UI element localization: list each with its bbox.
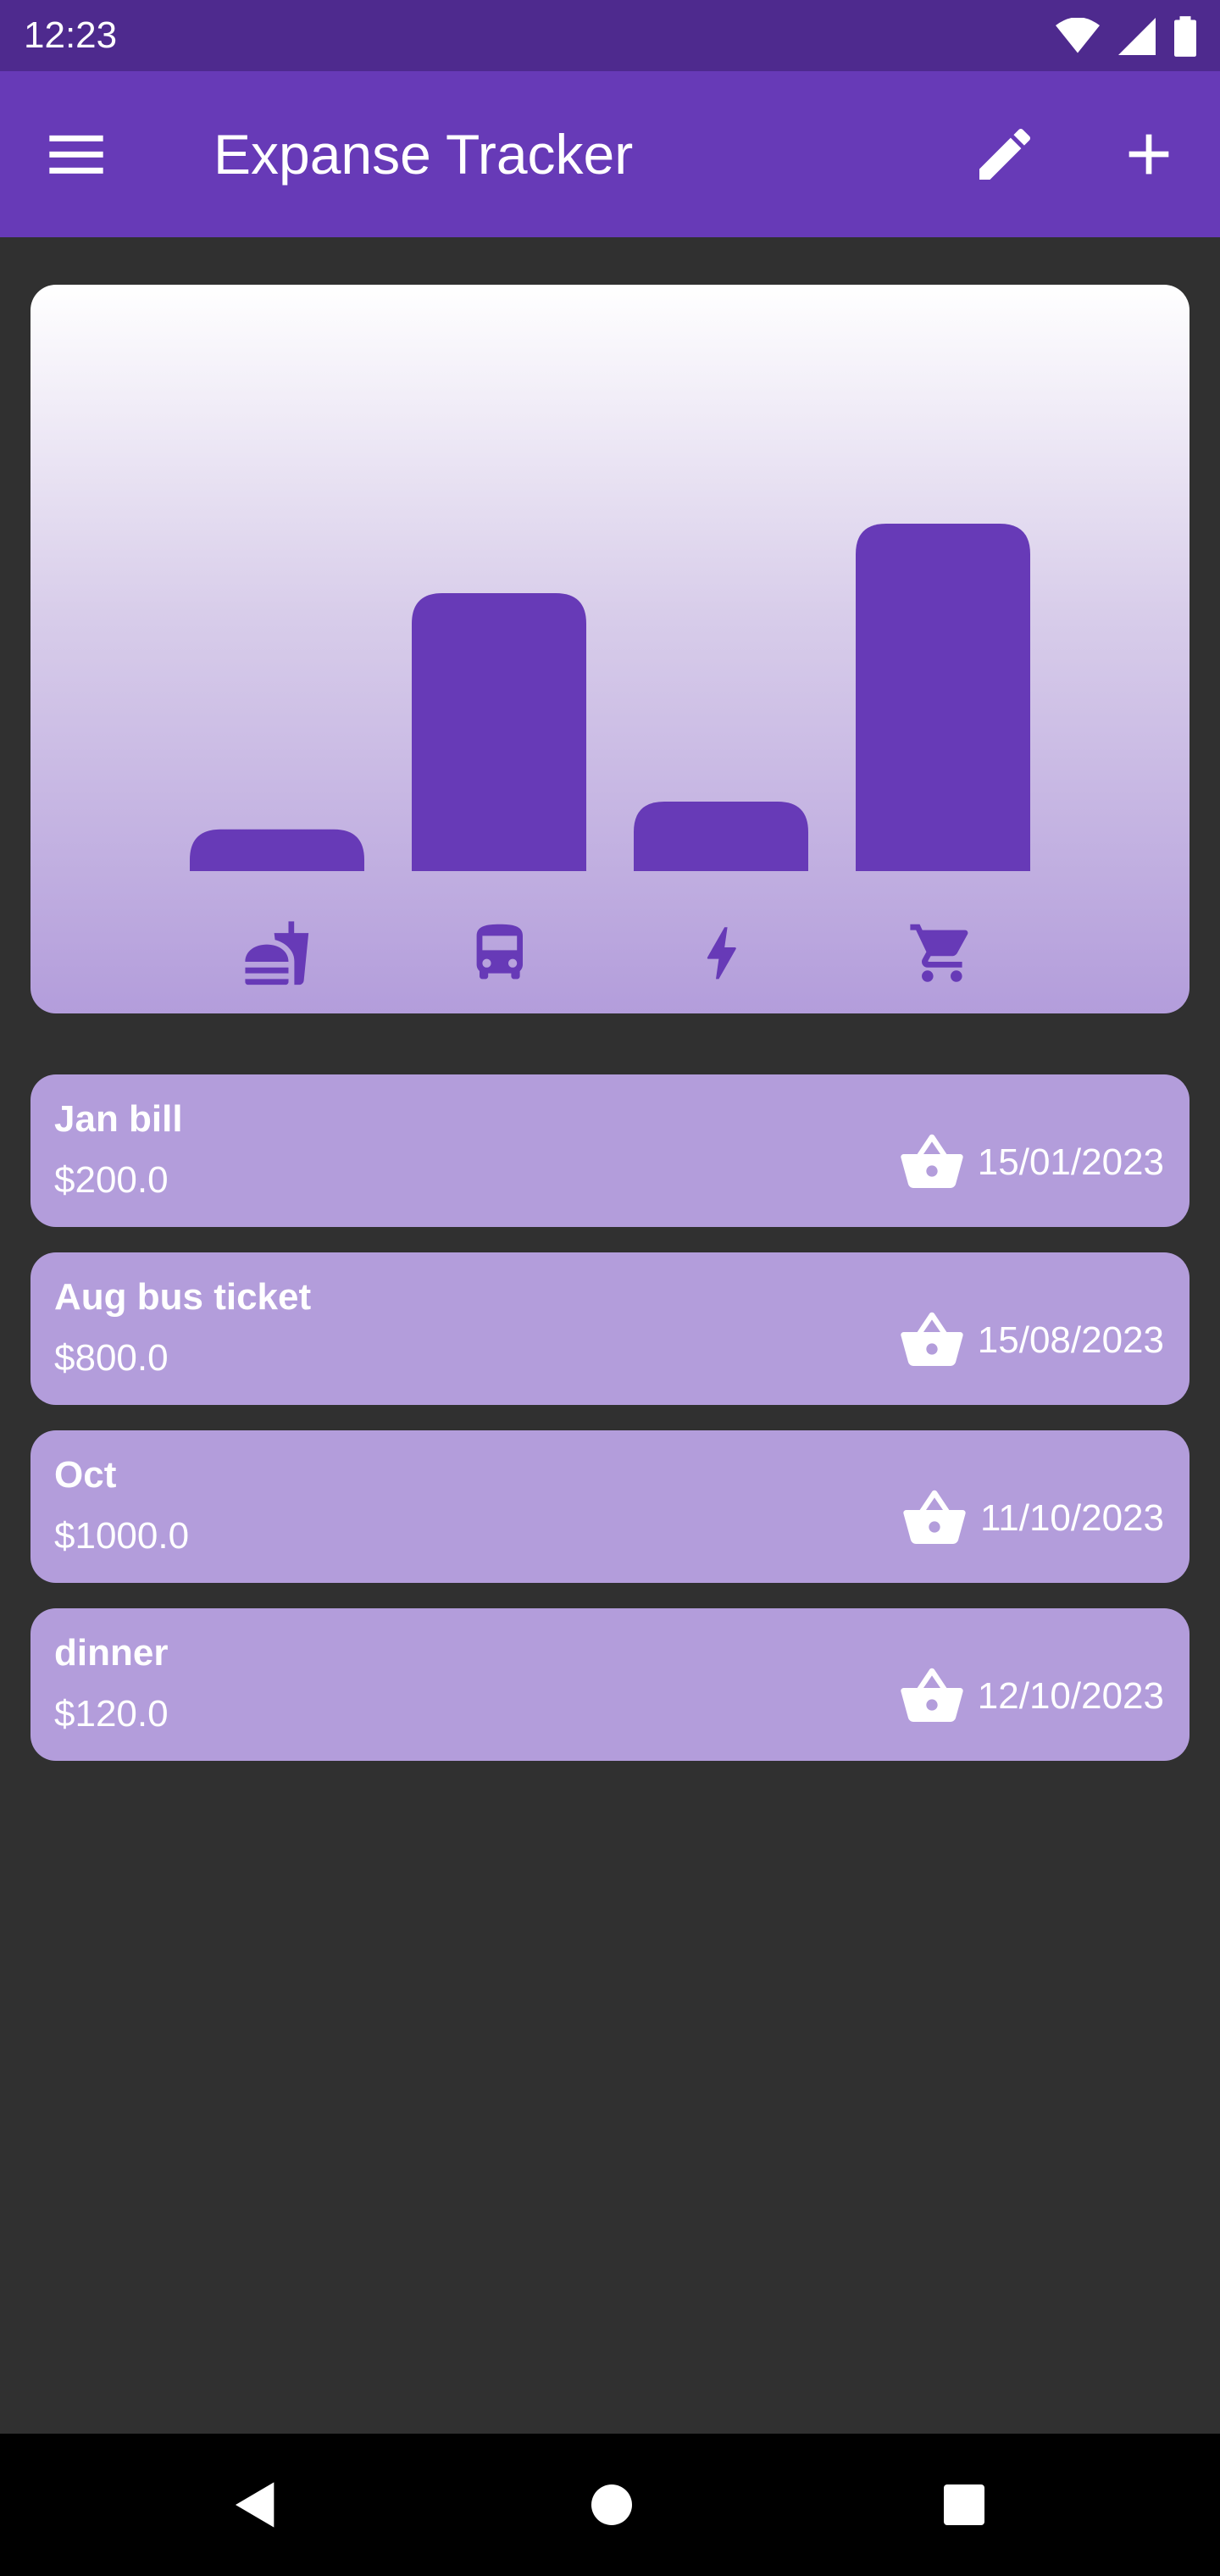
expense-amount: $800.0 [54, 1337, 169, 1379]
expense-title: Jan bill [54, 1098, 183, 1140]
list-item[interactable]: Jan bill $200.0 15/01/2023 [30, 1074, 1190, 1227]
expense-date: 11/10/2023 [980, 1497, 1164, 1539]
navigation-bar [0, 2434, 1220, 2576]
expense-chart [30, 285, 1190, 1013]
add-icon[interactable] [1115, 120, 1183, 188]
status-bar: 12:23 [0, 0, 1220, 71]
list-item[interactable]: dinner $120.0 12/10/2023 [30, 1608, 1190, 1761]
home-icon[interactable] [585, 2478, 639, 2532]
page-title: Expanse Tracker [214, 123, 634, 186]
basket-icon [901, 1668, 963, 1722]
list-item[interactable]: Oct $1000.0 11/10/2023 [30, 1430, 1190, 1583]
status-time: 12:23 [24, 14, 118, 56]
expense-list: Jan bill $200.0 15/01/2023 Aug bus ticke… [30, 1074, 1190, 1786]
expense-date: 12/10/2023 [977, 1675, 1164, 1717]
expense-date: 15/01/2023 [977, 1141, 1164, 1183]
basket-icon [901, 1312, 963, 1366]
expense-title: dinner [54, 1632, 169, 1674]
back-icon[interactable] [229, 2478, 283, 2532]
chart-bar-shopping [856, 524, 1030, 871]
expense-amount: $1000.0 [54, 1515, 190, 1557]
fastfood-icon [245, 921, 309, 985]
cart-icon [910, 924, 968, 982]
chart-bar-food [190, 829, 364, 871]
basket-icon [901, 1134, 963, 1188]
list-item[interactable]: Aug bus ticket $800.0 15/08/2023 [30, 1252, 1190, 1405]
expense-date: 15/08/2023 [977, 1319, 1164, 1361]
expense-title: Oct [54, 1454, 117, 1496]
chart-bar-travel [412, 593, 586, 871]
wifi-icon [1056, 18, 1100, 53]
bus-icon [476, 924, 523, 980]
edit-icon[interactable] [971, 120, 1039, 188]
expense-amount: $120.0 [54, 1693, 169, 1735]
battery-icon [1174, 16, 1196, 57]
signal-icon [1118, 18, 1156, 55]
bolt-icon [707, 927, 736, 980]
basket-icon [903, 1490, 966, 1544]
chart-canvas [190, 524, 1030, 985]
menu-icon[interactable] [44, 122, 108, 186]
expense-title: Aug bus ticket [54, 1276, 312, 1318]
app-bar: Expanse Tracker [0, 71, 1220, 237]
status-icons [1056, 15, 1196, 58]
chart-bar-bills [634, 802, 808, 871]
expense-amount: $200.0 [54, 1159, 169, 1201]
recents-icon[interactable] [937, 2478, 991, 2532]
